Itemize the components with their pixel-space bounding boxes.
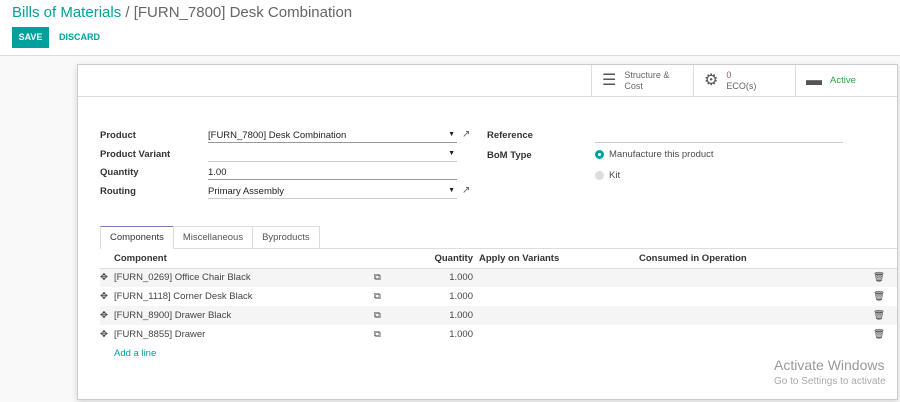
breadcrumb-parent[interactable]: Bills of Materials — [12, 4, 121, 21]
tab-components[interactable]: Components — [100, 226, 174, 249]
radio-unchecked-icon — [595, 171, 604, 180]
table-row[interactable]: ✥ [FURN_8855] Drawer ⧉ 1.000 🗑 — [100, 325, 897, 344]
product-field[interactable]: [FURN_7800] Desk Combination ▼ — [208, 128, 457, 143]
quantity-cell[interactable]: 1.000 — [434, 325, 479, 344]
components-table: Component Quantity Apply on Variants Con… — [100, 249, 897, 363]
discard-button[interactable]: DISCARD — [59, 27, 100, 48]
copy-icon[interactable]: ⧉ — [354, 268, 434, 287]
archive-icon: ▬ — [806, 72, 822, 89]
eco-count: 0 — [726, 69, 732, 80]
windows-watermark-subtitle: Go to Settings to activate — [774, 376, 886, 387]
quantity-value: 1.00 — [208, 167, 227, 178]
add-line-link[interactable]: Add a line — [114, 344, 354, 363]
breadcrumb: Bills of Materials / [FURN_7800] Desk Co… — [12, 4, 352, 21]
trash-icon[interactable]: 🗑 — [873, 325, 897, 344]
radio-manufacture[interactable]: Manufacture this product — [595, 149, 714, 160]
radio-label: Kit — [609, 170, 621, 181]
reference-field[interactable] — [595, 128, 843, 143]
breadcrumb-current: [FURN_7800] Desk Combination — [133, 4, 353, 21]
bars-icon: ☰ — [602, 72, 617, 89]
quantity-cell[interactable]: 1.000 — [434, 287, 479, 306]
active-label: Active — [830, 75, 856, 86]
trash-icon[interactable]: 🗑 — [873, 287, 897, 306]
component-cell[interactable]: [FURN_0269] Office Chair Black — [114, 268, 354, 287]
copy-icon[interactable]: ⧉ — [354, 287, 434, 306]
component-cell[interactable]: [FURN_8855] Drawer — [114, 325, 354, 344]
form-sheet: ☰ Structure & Cost ⚙ 0 ECO(s) ▬ Active Produc… — [77, 64, 898, 400]
header-consumed-operation[interactable]: Consumed in Operation — [639, 249, 873, 269]
external-link-icon[interactable]: ↗ — [462, 129, 470, 140]
quantity-field[interactable]: 1.00 — [208, 165, 457, 180]
active-toggle-button[interactable]: ▬ Active — [795, 65, 897, 96]
header-apply-variants[interactable]: Apply on Variants — [479, 249, 639, 269]
save-button[interactable]: SAVE — [12, 27, 49, 48]
drag-handle-icon[interactable]: ✥ — [100, 306, 114, 325]
dropdown-icon: ▼ — [448, 187, 455, 194]
windows-watermark-title: Activate Windows — [774, 357, 885, 373]
eco-label: ECO(s) — [726, 80, 757, 91]
component-cell[interactable]: [FURN_1118] Corner Desk Black — [114, 287, 354, 306]
header-quantity[interactable]: Quantity — [434, 249, 479, 269]
product-value: [FURN_7800] Desk Combination — [208, 130, 347, 141]
header-component[interactable]: Component — [114, 249, 354, 269]
quantity-cell[interactable]: 1.000 — [434, 268, 479, 287]
variant-label: Product Variant — [100, 149, 171, 160]
dropdown-icon: ▼ — [448, 150, 455, 157]
product-label: Product — [100, 130, 136, 141]
reference-label: Reference — [487, 130, 533, 141]
table-row[interactable]: ✥ [FURN_8900] Drawer Black ⧉ 1.000 🗑 — [100, 306, 897, 325]
tab-miscellaneous[interactable]: Miscellaneous — [172, 226, 254, 248]
structure-label-1: Structure & — [624, 69, 670, 80]
table-row[interactable]: ✥ [FURN_1118] Corner Desk Black ⧉ 1.000 🗑 — [100, 287, 897, 306]
radio-checked-icon — [595, 150, 604, 159]
quantity-cell[interactable]: 1.000 — [434, 306, 479, 325]
drag-handle-icon[interactable]: ✥ — [100, 287, 114, 306]
copy-icon[interactable]: ⧉ — [354, 306, 434, 325]
dropdown-icon: ▼ — [448, 131, 455, 138]
routing-label: Routing — [100, 186, 136, 197]
bom-type-label: BoM Type — [487, 150, 532, 161]
trash-icon[interactable]: 🗑 — [873, 268, 897, 287]
structure-cost-button[interactable]: ☰ Structure & Cost — [591, 65, 693, 96]
radio-kit[interactable]: Kit — [595, 170, 620, 181]
table-row[interactable]: ✥ [FURN_0269] Office Chair Black ⧉ 1.000 🗑 — [100, 268, 897, 287]
drag-handle-icon[interactable]: ✥ — [100, 325, 114, 344]
gears-icon: ⚙ — [704, 72, 719, 89]
tab-byproducts[interactable]: Byproducts — [252, 226, 320, 248]
drag-handle-icon[interactable]: ✥ — [100, 268, 114, 287]
copy-icon[interactable]: ⧉ — [354, 325, 434, 344]
control-panel: Bills of Materials / [FURN_7800] Desk Co… — [0, 0, 900, 56]
trash-icon[interactable]: 🗑 — [873, 306, 897, 325]
component-cell[interactable]: [FURN_8900] Drawer Black — [114, 306, 354, 325]
eco-button[interactable]: ⚙ 0 ECO(s) — [693, 65, 795, 96]
external-link-icon[interactable]: ↗ — [462, 185, 470, 196]
breadcrumb-separator: / — [125, 4, 130, 21]
variant-field[interactable]: ▼ — [208, 147, 457, 162]
notebook-tabs: Components Miscellaneous Byproducts — [100, 226, 897, 249]
quantity-label: Quantity — [100, 167, 139, 178]
routing-value: Primary Assembly — [208, 186, 285, 197]
structure-label-2: Cost — [624, 80, 643, 91]
button-box: ☰ Structure & Cost ⚙ 0 ECO(s) ▬ Active — [78, 65, 897, 97]
routing-field[interactable]: Primary Assembly ▼ — [208, 184, 457, 199]
radio-label: Manufacture this product — [609, 149, 714, 160]
